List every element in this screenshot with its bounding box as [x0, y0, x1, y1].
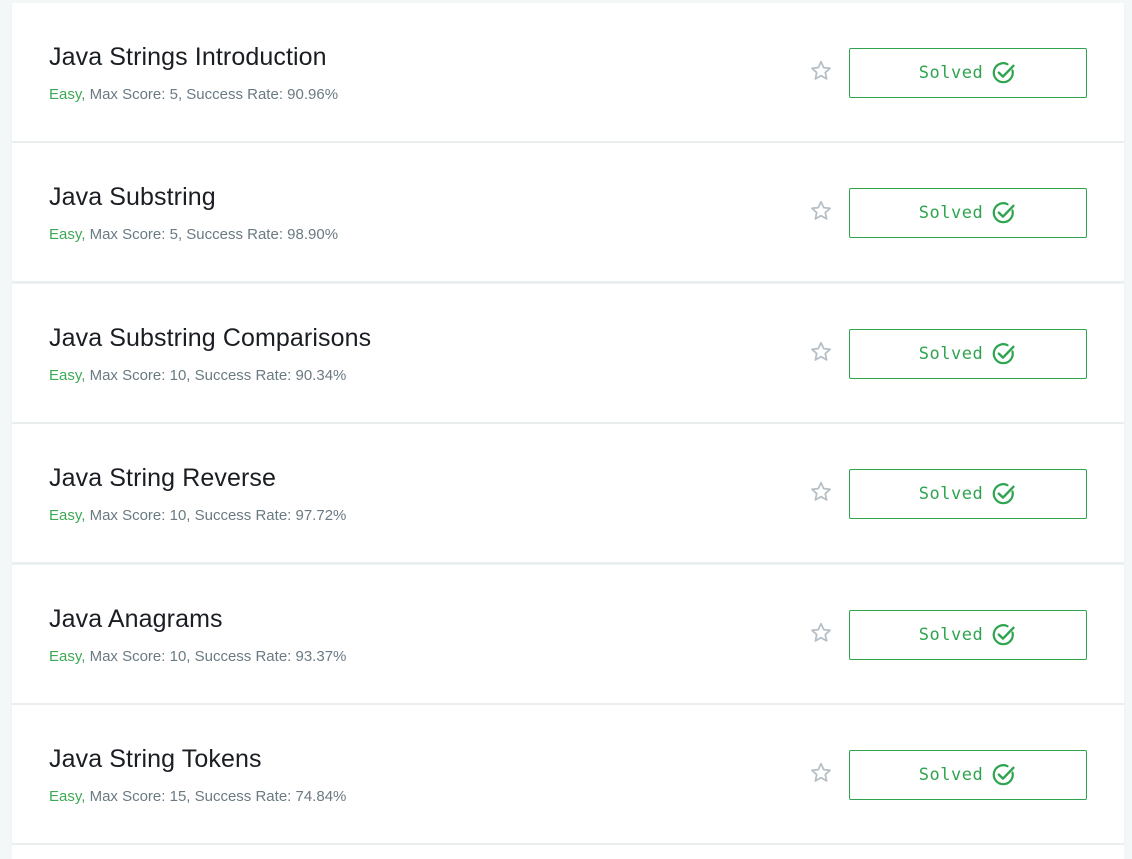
difficulty-label: Easy, [49, 507, 86, 525]
challenge-stats: Max Score: 10, Success Rate: 97.72% [85, 507, 347, 525]
challenge-title[interactable]: Java Anagrams [49, 605, 223, 634]
challenge-title[interactable]: Java Strings Introduction [49, 43, 327, 72]
challenge-meta: Easy, Max Score: 5, Success Rate: 90.96% [49, 86, 338, 103]
star-outline-icon[interactable] [809, 340, 833, 364]
challenge-meta: Easy, Max Score: 5, Success Rate: 98.90% [49, 226, 338, 243]
check-circle-icon [992, 764, 1015, 786]
solved-button[interactable]: Solved [849, 469, 1087, 520]
check-circle-icon [992, 623, 1015, 645]
challenge-card[interactable]: Java Anagrams Easy, Max Score: 10, Succe… [12, 564, 1124, 704]
star-outline-icon[interactable] [809, 621, 833, 645]
difficulty-label: Easy, [49, 366, 86, 384]
challenge-stats: Max Score: 15, Success Rate: 74.84% [85, 787, 347, 805]
challenge-title[interactable]: Java String Tokens [49, 745, 262, 774]
star-outline-icon[interactable] [809, 761, 833, 785]
challenge-stats: Max Score: 5, Success Rate: 90.96% [85, 86, 339, 103]
challenge-title[interactable]: Java Substring [49, 183, 216, 212]
challenge-stats: Max Score: 10, Success Rate: 90.34% [85, 366, 347, 384]
star-outline-icon[interactable] [809, 59, 833, 83]
solved-label: Solved [918, 203, 984, 224]
challenge-meta: Easy, Max Score: 10, Success Rate: 93.37… [49, 648, 346, 665]
challenge-list: Java Strings Introduction Easy, Max Scor… [12, 3, 1124, 859]
challenge-meta: Easy, Max Score: 15, Success Rate: 74.84… [49, 788, 346, 805]
solved-label: Solved [918, 343, 984, 364]
solved-button[interactable]: Solved [849, 48, 1087, 98]
solved-label: Solved [918, 484, 984, 505]
check-circle-icon [992, 202, 1015, 224]
challenge-title[interactable]: Java String Reverse [49, 464, 276, 493]
challenge-card[interactable]: Java String Reverse Easy, Max Score: 10,… [12, 424, 1124, 564]
challenge-stats: Max Score: 5, Success Rate: 98.90% [85, 226, 339, 244]
challenge-card[interactable]: Java Strings Introduction Easy, Max Scor… [12, 3, 1124, 142]
star-outline-icon[interactable] [809, 199, 833, 223]
solved-button[interactable]: Solved [849, 328, 1087, 379]
difficulty-label: Easy, [49, 226, 86, 244]
difficulty-label: Easy, [49, 787, 86, 805]
solved-button[interactable]: Solved [849, 188, 1087, 239]
solved-button[interactable]: Solved [849, 749, 1087, 800]
difficulty-label: Easy, [49, 86, 86, 103]
solved-button[interactable]: Solved [849, 609, 1087, 660]
difficulty-label: Easy, [49, 647, 86, 665]
challenge-meta: Easy, Max Score: 10, Success Rate: 90.34… [49, 367, 346, 384]
challenge-card[interactable]: Java Substring Comparisons Easy, Max Sco… [12, 283, 1124, 423]
challenge-meta: Easy, Max Score: 10, Success Rate: 97.72… [49, 507, 346, 524]
check-circle-icon [992, 342, 1015, 365]
challenge-title[interactable]: Java Substring Comparisons [49, 324, 371, 353]
solved-label: Solved [918, 764, 984, 785]
challenge-stats: Max Score: 10, Success Rate: 93.37% [85, 647, 347, 665]
challenge-card[interactable]: Java Substring Easy, Max Score: 5, Succe… [12, 143, 1124, 283]
star-outline-icon[interactable] [809, 480, 833, 504]
challenge-card[interactable]: Java String Tokens Easy, Max Score: 15, … [12, 704, 1124, 844]
solved-label: Solved [918, 63, 984, 83]
next-challenge-card [12, 845, 1124, 859]
check-circle-icon [992, 483, 1015, 505]
solved-label: Solved [918, 624, 984, 645]
check-circle-icon [992, 62, 1015, 84]
